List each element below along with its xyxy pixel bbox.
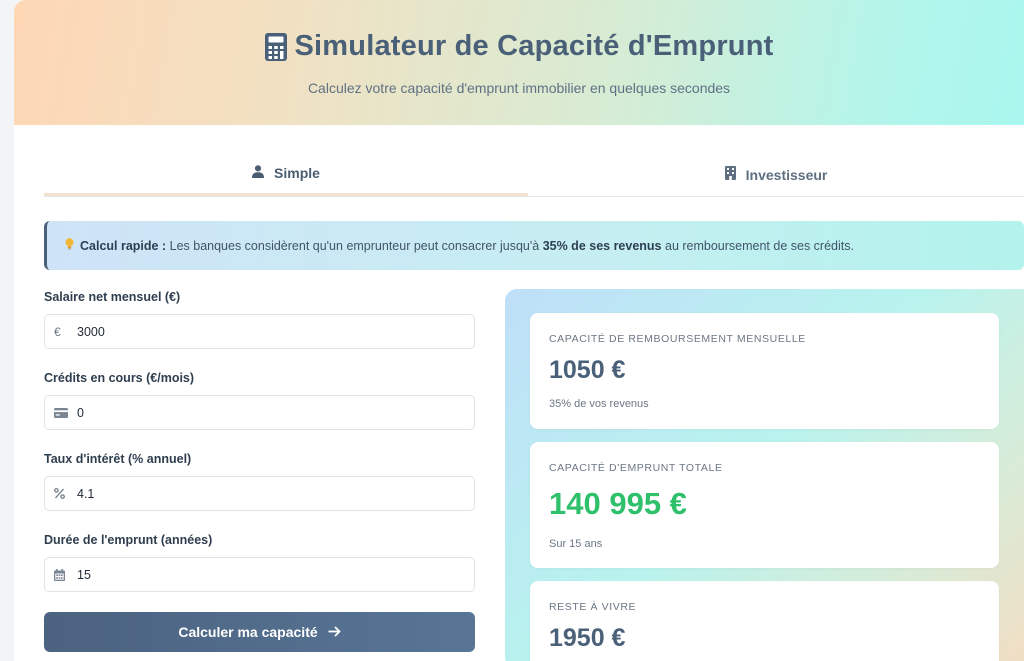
info-highlight: 35% de ses revenus xyxy=(542,238,662,253)
percent-icon xyxy=(54,488,74,499)
credit-card-icon xyxy=(54,407,74,418)
page-header: Simulateur de Capacité d'Emprunt Calcule… xyxy=(14,0,1024,125)
user-icon xyxy=(252,165,265,181)
info-text-after: au remboursement de ses crédits. xyxy=(661,238,854,253)
salary-input[interactable] xyxy=(77,324,437,339)
credits-input[interactable] xyxy=(77,405,437,420)
result-label: Reste à vivre xyxy=(549,601,637,613)
rate-label: Taux d'intérêt (% annuel) xyxy=(44,452,192,466)
result-value: 1950 € xyxy=(549,624,626,652)
lightbulb-icon xyxy=(65,238,74,253)
mode-tabs: Simple Investisseur xyxy=(44,153,1024,197)
info-text-before: Les banques considèrent qu'un emprunteur… xyxy=(166,238,543,253)
credits-field: Crédits en cours (€/mois) xyxy=(44,369,475,430)
calculate-button-label: Calculer ma capacité xyxy=(178,624,318,640)
result-card-total: Capacité d'emprunt totale 140 995 € Sur … xyxy=(530,442,999,568)
credits-label: Crédits en cours (€/mois) xyxy=(44,371,195,385)
duration-label: Durée de l'emprunt (années) xyxy=(44,533,213,547)
rate-input-wrap xyxy=(44,476,475,511)
salary-input-wrap: € xyxy=(44,314,475,349)
result-card-remaining: Reste à vivre 1950 € xyxy=(530,581,999,661)
result-label: Capacité de remboursement mensuelle xyxy=(549,333,806,345)
duration-field: Durée de l'emprunt (années) xyxy=(44,531,475,592)
tab-investisseur-label: Investisseur xyxy=(745,166,828,183)
result-note: 35% de vos revenus xyxy=(549,398,649,410)
results-panel: Capacité de remboursement mensuelle 1050… xyxy=(505,289,1024,661)
salary-field: Salaire net mensuel (€) € xyxy=(44,288,475,349)
result-value: 1050 € xyxy=(549,356,626,384)
rate-input[interactable] xyxy=(77,486,437,501)
result-card-monthly: Capacité de remboursement mensuelle 1050… xyxy=(530,313,999,429)
info-banner: Calcul rapide : Les banques considèrent … xyxy=(44,221,1024,270)
calendar-icon xyxy=(54,568,74,581)
info-lead: Calcul rapide : xyxy=(80,238,167,253)
result-note: Sur 15 ans xyxy=(549,538,603,550)
tab-investisseur[interactable]: Investisseur xyxy=(528,153,1024,196)
salary-label: Salaire net mensuel (€) xyxy=(44,290,181,304)
rate-field: Taux d'intérêt (% annuel) xyxy=(44,450,475,511)
calculator-icon xyxy=(264,32,287,61)
duration-input[interactable] xyxy=(77,567,437,582)
result-label: Capacité d'emprunt totale xyxy=(549,462,723,474)
page-title-text: Simulateur de Capacité d'Emprunt xyxy=(294,30,774,62)
calculate-button[interactable]: Calculer ma capacité xyxy=(44,612,475,652)
page-subtitle: Calculez votre capacité d'emprunt immobi… xyxy=(307,79,731,96)
credits-input-wrap xyxy=(44,395,475,430)
arrow-right-icon xyxy=(328,624,341,640)
tab-simple-label: Simple xyxy=(274,165,320,181)
result-value: 140 995 € xyxy=(549,486,687,521)
app-page: Simulateur de Capacité d'Emprunt Calcule… xyxy=(14,0,1024,661)
euro-icon: € xyxy=(54,324,61,339)
tab-simple[interactable]: Simple xyxy=(44,153,528,196)
duration-input-wrap xyxy=(44,557,475,592)
building-icon xyxy=(724,166,736,183)
simulation-form: Salaire net mensuel (€) € Crédits en cou… xyxy=(44,288,475,652)
page-title: Simulateur de Capacité d'Emprunt xyxy=(264,30,774,63)
